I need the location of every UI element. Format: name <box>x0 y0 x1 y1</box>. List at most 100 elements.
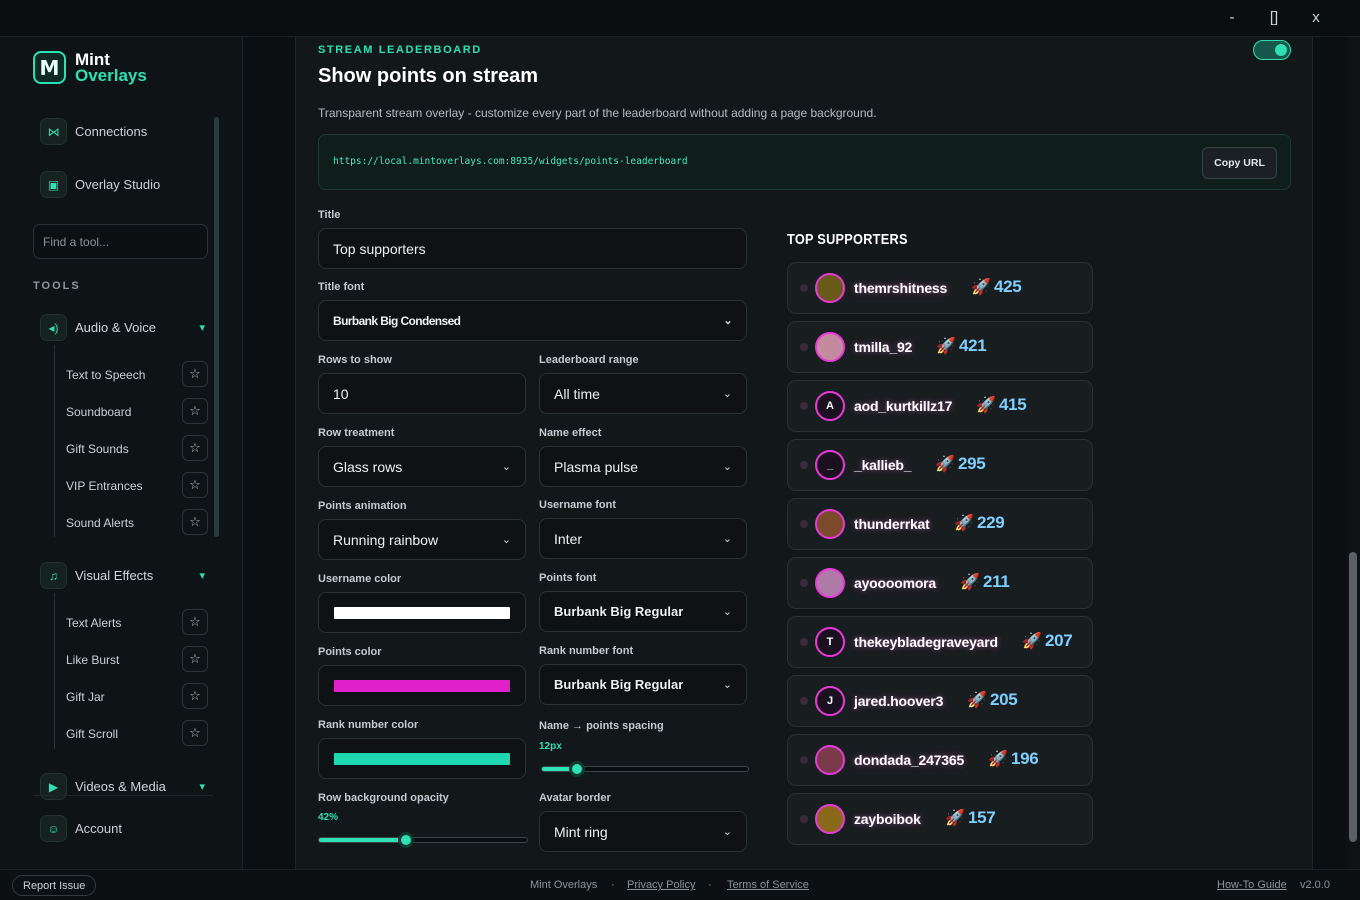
page-scrollbar[interactable] <box>1346 37 1360 869</box>
username-font-select[interactable]: Inter ⌄ <box>539 518 747 559</box>
points-animation-select[interactable]: Running rainbow ⌄ <box>318 519 526 560</box>
rank-color-picker[interactable] <box>318 738 526 779</box>
slider-thumb[interactable] <box>398 832 415 848</box>
spacing-slider[interactable] <box>541 761 749 777</box>
star-icon[interactable]: ☆ <box>182 472 208 498</box>
name-effect-select[interactable]: Plasma pulse ⌄ <box>539 446 747 487</box>
brand-logo[interactable]: M Mint Overlays <box>33 51 147 84</box>
report-issue-button[interactable]: Report Issue <box>12 875 97 896</box>
points-color-label: Points color <box>318 646 382 658</box>
avatar <box>815 804 845 834</box>
share-icon: ⋈ <box>40 118 67 145</box>
maximize-button[interactable]: [] <box>1259 8 1289 28</box>
how-to-guide-link[interactable]: How-To Guide <box>1217 879 1287 891</box>
sidebar-scroll-thumb[interactable] <box>214 117 219 537</box>
star-icon[interactable]: ☆ <box>182 509 208 535</box>
tool-label: Text to Speech <box>66 367 146 382</box>
rows-input[interactable]: 10 <box>318 373 526 414</box>
sidebar-item-connections[interactable]: ⋈ Connections <box>40 118 147 145</box>
title-font-select[interactable]: Burbank Big Condensed ⌄ <box>318 300 747 341</box>
leaderboard-row: Tthekeybladegraveyard 🚀 207 <box>787 616 1093 668</box>
tool-gift-sounds[interactable]: Gift Sounds ☆ <box>66 435 208 462</box>
supporter-name: _kallieb_ <box>854 457 912 473</box>
widget-url[interactable]: https://local.mintoverlays.com:8935/widg… <box>333 156 688 167</box>
row-treatment-value: Glass rows <box>333 458 403 475</box>
tree-line <box>54 593 55 749</box>
supporter-points: 421 <box>959 336 987 355</box>
slider-thumb[interactable] <box>569 761 586 777</box>
opacity-slider[interactable] <box>318 832 528 848</box>
rocket-icon: 🚀 <box>988 751 1008 768</box>
rocket-icon: 🚀 <box>945 810 965 827</box>
star-icon[interactable]: ☆ <box>182 646 208 672</box>
opacity-value: 42% <box>318 812 339 823</box>
rank-font-select[interactable]: Burbank Big Regular ⌄ <box>539 664 747 705</box>
points-color-picker[interactable] <box>318 665 526 706</box>
supporter-name: thunderrkat <box>854 516 930 532</box>
footer: Report Issue Mint Overlays · Privacy Pol… <box>0 869 1360 900</box>
star-icon[interactable]: ☆ <box>182 361 208 387</box>
rocket-icon: 🚀 <box>935 456 955 473</box>
tool-search-input[interactable] <box>33 224 208 259</box>
leaderboard-settings-panel: STREAM LEADERBOARD Show points on stream… <box>295 37 1313 869</box>
tool-vip-entrances[interactable]: VIP Entrances ☆ <box>66 472 208 499</box>
tool-gift-scroll[interactable]: Gift Scroll ☆ <box>66 720 208 747</box>
tool-text-to-speech[interactable]: Text to Speech ☆ <box>66 361 208 388</box>
rank-dot <box>800 638 808 646</box>
close-button[interactable]: x <box>1301 8 1331 28</box>
tool-label: Text Alerts <box>66 615 122 630</box>
avatar <box>815 332 845 362</box>
star-icon[interactable]: ☆ <box>182 683 208 709</box>
rank-dot <box>800 343 808 351</box>
sidebar-item-overlay-studio[interactable]: ▣ Overlay Studio <box>40 171 160 198</box>
username-color-picker[interactable] <box>318 592 526 633</box>
sidebar-item-label: Connections <box>75 124 148 139</box>
rank-color-label: Rank number color <box>318 719 419 731</box>
page-scroll-thumb[interactable] <box>1349 552 1357 842</box>
supporter-points: 425 <box>994 277 1022 296</box>
title-input[interactable]: Top supporters <box>318 228 747 269</box>
privacy-policy-link[interactable]: Privacy Policy <box>627 879 695 891</box>
tool-text-alerts[interactable]: Text Alerts ☆ <box>66 609 208 636</box>
star-icon[interactable]: ☆ <box>182 609 208 635</box>
supporter-points: 295 <box>958 454 986 473</box>
rank-color-swatch <box>334 753 510 765</box>
row-treatment-select[interactable]: Glass rows ⌄ <box>318 446 526 487</box>
leaderboard-row: thunderrkat 🚀 229 <box>787 498 1093 550</box>
group-visual-effects[interactable]: ♫ Visual Effects ▾ <box>40 562 205 589</box>
range-select[interactable]: All time ⌄ <box>539 373 747 414</box>
speaker-icon: ◂) <box>40 314 67 341</box>
star-icon[interactable]: ☆ <box>182 398 208 424</box>
footer-separator: · <box>708 879 712 891</box>
sidebar-scrollbar[interactable] <box>214 117 219 537</box>
name-effect-value: Plasma pulse <box>554 458 639 475</box>
rank-dot <box>800 520 808 528</box>
tool-sound-alerts[interactable]: Sound Alerts ☆ <box>66 509 208 536</box>
supporter-name: ayoooomora <box>854 575 937 591</box>
range-label: Leaderboard range <box>539 354 639 366</box>
points-font-select[interactable]: Burbank Big Regular ⌄ <box>539 591 747 632</box>
tool-gift-jar[interactable]: Gift Jar ☆ <box>66 683 208 710</box>
chevron-down-icon: ⌄ <box>722 606 732 618</box>
rows-value: 10 <box>333 385 349 402</box>
star-icon[interactable]: ☆ <box>182 720 208 746</box>
supporter-name: jared.hoover3 <box>854 693 944 709</box>
minimize-button[interactable]: - <box>1217 8 1247 28</box>
divider <box>33 795 213 796</box>
leaderboard-row: Aaod_kurtkillz17 🚀 415 <box>787 380 1093 432</box>
star-icon[interactable]: ☆ <box>182 435 208 461</box>
spacing-label: Name → points spacing <box>539 720 664 732</box>
rocket-icon: 🚀 <box>960 574 980 591</box>
avatar <box>815 509 845 539</box>
copy-url-button[interactable]: Copy URL <box>1202 147 1277 179</box>
enable-toggle[interactable] <box>1253 40 1291 60</box>
terms-link[interactable]: Terms of Service <box>727 879 809 891</box>
tool-like-burst[interactable]: Like Burst ☆ <box>66 646 208 673</box>
sidebar-item-label: Overlay Studio <box>75 177 161 192</box>
supporter-name: thekeybladegraveyard <box>854 634 998 650</box>
tool-soundboard[interactable]: Soundboard ☆ <box>66 398 208 425</box>
avatar-border-select[interactable]: Mint ring ⌄ <box>539 811 747 852</box>
sidebar-item-account[interactable]: ☺ Account <box>40 815 122 842</box>
rank-font-value: Burbank Big Regular <box>554 677 684 692</box>
group-audio-voice[interactable]: ◂) Audio & Voice ▾ <box>40 314 205 341</box>
